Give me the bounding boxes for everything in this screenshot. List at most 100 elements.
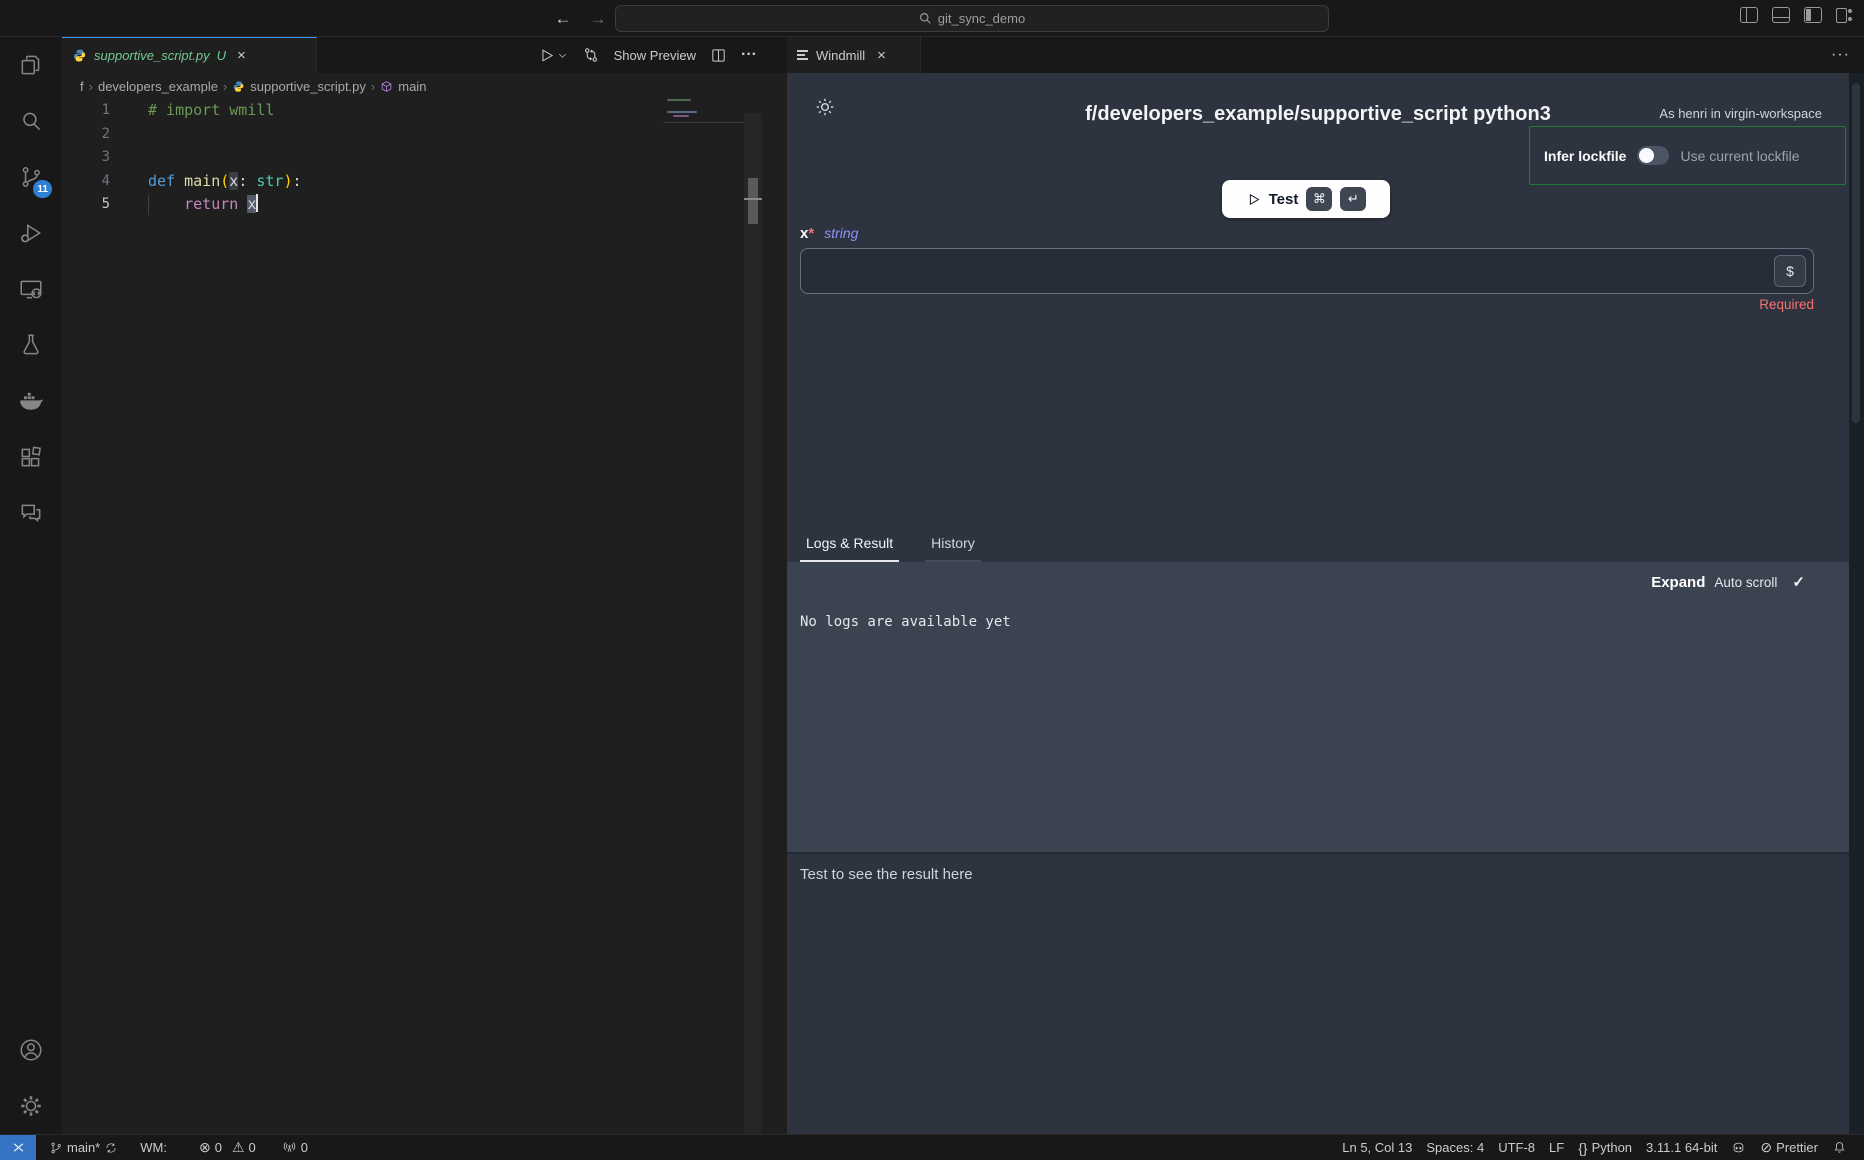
editor-actions: Show Preview ··· bbox=[538, 37, 787, 73]
vscode-window: ← → git_sync_demo 11 bbox=[0, 0, 1864, 1160]
title-bar: ← → git_sync_demo bbox=[0, 0, 1864, 37]
tab-history[interactable]: History bbox=[925, 531, 981, 562]
lockfile-toggle[interactable] bbox=[1637, 146, 1669, 165]
run-dropdown-icon[interactable] bbox=[557, 50, 568, 61]
code-text: # import wmill bbox=[148, 99, 274, 123]
warning-icon: ⚠ bbox=[232, 1139, 245, 1156]
run-icon[interactable] bbox=[538, 47, 555, 64]
error-icon: ⊗ bbox=[199, 1139, 211, 1156]
tab-supportive-script[interactable]: supportive_script.py U × bbox=[62, 37, 317, 73]
problems-item[interactable]: ⊗ 0 ⚠ 0 bbox=[192, 1135, 263, 1160]
explorer-icon[interactable] bbox=[0, 37, 62, 93]
bell-icon bbox=[1832, 1140, 1847, 1155]
line-number: 2 bbox=[62, 123, 110, 147]
source-control-icon[interactable]: 11 bbox=[0, 149, 62, 205]
search-sidebar-icon[interactable] bbox=[0, 93, 62, 149]
show-preview-button[interactable]: Show Preview bbox=[614, 48, 696, 63]
copilot-icon bbox=[1731, 1140, 1746, 1155]
copilot-item[interactable] bbox=[1724, 1135, 1753, 1160]
code-line-2[interactable]: 2 bbox=[62, 123, 722, 147]
dollar-button[interactable]: $ bbox=[1774, 255, 1806, 287]
toggle-secondary-sidebar-icon[interactable] bbox=[1804, 7, 1822, 23]
remote-indicator[interactable] bbox=[0, 1135, 36, 1160]
tab-logs-result[interactable]: Logs & Result bbox=[800, 531, 899, 562]
customize-layout-icon[interactable] bbox=[1836, 7, 1854, 23]
cmd-key-icon: ⌘ bbox=[1306, 187, 1332, 211]
remote-explorer-icon[interactable] bbox=[0, 261, 62, 317]
chevron-right-icon: › bbox=[371, 79, 375, 94]
line-number: 1 bbox=[62, 99, 110, 123]
check-icon[interactable]: ✓ bbox=[1792, 573, 1805, 591]
editor-group: supportive_script.py U × Show Preview ··… bbox=[62, 37, 787, 1134]
nav-back-icon[interactable]: ← bbox=[550, 6, 576, 32]
testing-icon[interactable] bbox=[0, 317, 62, 373]
arg-input[interactable]: $ bbox=[800, 248, 1814, 294]
panel-tab-close-icon[interactable]: × bbox=[877, 47, 886, 64]
command-center-search[interactable]: git_sync_demo bbox=[615, 5, 1329, 32]
result-tabs: Logs & Result History bbox=[787, 531, 1849, 562]
branch-icon bbox=[49, 1141, 63, 1155]
status-bar: main* WM: ⊗ 0 ⚠ 0 0 Ln 5, Col 13 Spaces:… bbox=[0, 1134, 1864, 1160]
enter-key-icon: ↵ bbox=[1340, 187, 1366, 211]
breadcrumb-folder[interactable]: developers_example bbox=[98, 79, 218, 94]
code-line-1[interactable]: 1 # import wmill bbox=[62, 99, 722, 123]
extensions-icon[interactable] bbox=[0, 429, 62, 485]
code-line-4[interactable]: 4def main(x: str): bbox=[62, 170, 722, 194]
run-debug-icon[interactable] bbox=[0, 205, 62, 261]
text-cursor bbox=[256, 194, 258, 212]
editor-scrollbar[interactable] bbox=[744, 113, 762, 1134]
error-count: 0 bbox=[215, 1140, 222, 1155]
language-label: Python bbox=[1592, 1140, 1632, 1155]
scm-badge: 11 bbox=[33, 180, 52, 198]
code-line-5[interactable]: 5 return x bbox=[62, 193, 722, 217]
indentation-item[interactable]: Spaces: 4 bbox=[1419, 1135, 1491, 1160]
branch-label: main* bbox=[67, 1140, 100, 1155]
breadcrumb-symbol[interactable]: main bbox=[398, 79, 426, 94]
wm-status-item[interactable]: WM: bbox=[133, 1135, 174, 1160]
tab-close-icon[interactable]: × bbox=[237, 47, 246, 64]
toggle-sidebar-icon[interactable] bbox=[1740, 7, 1758, 23]
git-branch-item[interactable]: main* bbox=[42, 1135, 125, 1160]
compare-sync-icon[interactable] bbox=[582, 46, 600, 64]
language-mode-item[interactable]: {} Python bbox=[1571, 1135, 1639, 1160]
nav-forward-icon[interactable]: → bbox=[585, 6, 611, 32]
symbol-cube-icon bbox=[380, 80, 393, 93]
python-version-item[interactable]: 3.11.1 64-bit bbox=[1639, 1135, 1724, 1160]
breadcrumb-root[interactable]: f bbox=[80, 79, 84, 94]
expand-button[interactable]: Expand bbox=[1651, 574, 1705, 591]
result-placeholder: Test to see the result here bbox=[800, 866, 973, 883]
wm-label: WM: bbox=[140, 1140, 167, 1155]
eol-item[interactable]: LF bbox=[1542, 1135, 1571, 1160]
breadcrumb: f › developers_example › supportive_scri… bbox=[80, 73, 426, 99]
editor-more-icon[interactable]: ··· bbox=[741, 46, 757, 64]
cursor-position-item[interactable]: Ln 5, Col 13 bbox=[1335, 1135, 1419, 1160]
prettier-item[interactable]: ⊘ Prettier bbox=[1753, 1135, 1825, 1160]
sync-icon bbox=[104, 1141, 118, 1155]
encoding-item[interactable]: UTF-8 bbox=[1491, 1135, 1542, 1160]
accounts-icon[interactable] bbox=[0, 1022, 62, 1078]
infer-lockfile-label: Infer lockfile bbox=[1544, 148, 1626, 164]
tab-windmill[interactable]: Windmill × bbox=[787, 37, 921, 73]
test-button[interactable]: Test ⌘ ↵ bbox=[1222, 180, 1390, 218]
windmill-panel-group: Windmill × ··· f/developers_example/supp… bbox=[787, 37, 1864, 1134]
lockfile-option-box: Infer lockfile Use current lockfile bbox=[1529, 126, 1846, 185]
minimap[interactable] bbox=[663, 95, 745, 165]
panel-tab-label: Windmill bbox=[816, 48, 865, 63]
code-lines[interactable]: 1 # import wmill 234def main(x: str):5 ret… bbox=[62, 99, 722, 217]
arg-field-label: x*string bbox=[800, 225, 858, 242]
docker-icon[interactable] bbox=[0, 373, 62, 429]
run-context-label: As henri in virgin-workspace bbox=[1659, 106, 1822, 121]
webview-scrollbar[interactable] bbox=[1849, 73, 1864, 1134]
comments-icon[interactable] bbox=[0, 485, 62, 541]
activity-bar: 11 bbox=[0, 37, 62, 1134]
settings-gear-icon[interactable] bbox=[0, 1078, 62, 1134]
breadcrumb-file[interactable]: supportive_script.py bbox=[250, 79, 366, 94]
code-line-3[interactable]: 3 bbox=[62, 146, 722, 170]
autoscroll-label[interactable]: Auto scroll bbox=[1714, 575, 1777, 590]
toggle-panel-icon[interactable] bbox=[1772, 7, 1790, 23]
ports-item[interactable]: 0 bbox=[275, 1135, 315, 1160]
split-editor-icon[interactable] bbox=[710, 47, 727, 64]
panel-more-icon[interactable]: ··· bbox=[1831, 37, 1850, 73]
notifications-item[interactable] bbox=[1825, 1135, 1854, 1160]
chevron-right-icon: › bbox=[223, 79, 227, 94]
